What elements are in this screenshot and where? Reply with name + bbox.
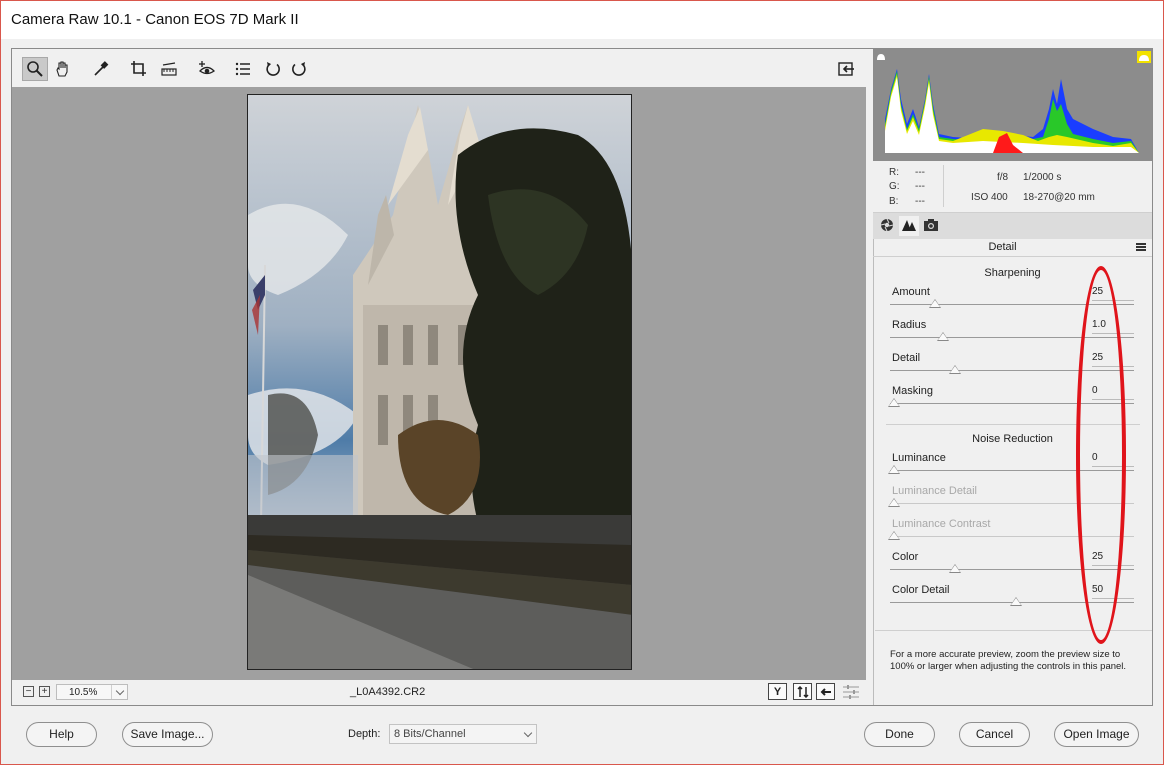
filename-label: _L0A4392.CR2 (350, 686, 426, 698)
slider-label: Color Detail (892, 584, 950, 596)
b-value: --- (915, 196, 925, 207)
slider-label: Luminance Detail (892, 485, 977, 497)
depth-label: Depth: (348, 728, 381, 740)
zoom-in-button[interactable]: + (39, 686, 50, 697)
before-after-view-button[interactable]: Y (768, 683, 787, 700)
readout-divider (943, 165, 944, 207)
slider-thumb[interactable] (949, 365, 961, 374)
slider-label: Radius (892, 319, 927, 331)
tab-detail[interactable] (899, 216, 919, 236)
toolbar (12, 49, 866, 87)
slider-label: Masking (892, 385, 933, 397)
lens-value: 18-270@20 mm (1023, 192, 1095, 203)
title-bar: Camera Raw 10.1 - Canon EOS 7D Mark II (1, 1, 1163, 39)
slider-thumb[interactable] (929, 299, 942, 308)
save-image-button[interactable]: Save Image... (122, 722, 213, 747)
chevron-down-icon (523, 728, 533, 738)
panel-header: Detail (873, 239, 1152, 257)
r-label: R: (889, 167, 899, 178)
slider-label: Luminance Contrast (892, 518, 991, 530)
rotate-left-icon[interactable] (260, 57, 286, 81)
annotation-ellipse (1076, 266, 1126, 644)
iso-value: ISO 400 (971, 192, 1008, 203)
help-button[interactable]: Help (26, 722, 97, 747)
zoom-dropdown-arrow[interactable] (111, 685, 127, 699)
camera-icon (923, 218, 939, 235)
preview-preferences-icon[interactable] (842, 684, 860, 700)
copy-settings-icon[interactable] (816, 683, 835, 700)
white-balance-icon[interactable] (88, 57, 114, 81)
slider-thumb[interactable] (936, 332, 949, 341)
window-title: Camera Raw 10.1 - Canon EOS 7D Mark II (11, 11, 299, 28)
shadow-clipping-warning-button[interactable] (875, 51, 889, 63)
slider-thumb (888, 531, 900, 540)
image-preview-area[interactable] (12, 87, 866, 680)
presets-icon[interactable] (230, 57, 256, 81)
b-label: B: (889, 196, 899, 207)
panel-tabs (873, 213, 1152, 239)
zoom-icon[interactable] (22, 57, 48, 81)
g-value: --- (915, 181, 925, 192)
status-bar: − + 10.5% _L0A4392.CR2 Y (12, 680, 866, 704)
red-eye-icon[interactable] (194, 57, 220, 81)
swap-settings-icon[interactable] (793, 683, 812, 700)
zoom-level-select[interactable]: 10.5% (56, 684, 128, 700)
cancel-button[interactable]: Cancel (959, 722, 1030, 747)
aperture-value: f/8 (997, 172, 1009, 183)
mountains-icon (901, 218, 917, 235)
sharpening-title: Sharpening (984, 267, 1041, 279)
slider-thumb[interactable] (888, 398, 900, 407)
done-button[interactable]: Done (864, 722, 935, 747)
panel-note-divider (875, 630, 1152, 631)
histogram (873, 49, 1152, 161)
aperture-icon (880, 218, 894, 235)
toggle-fullscreen-icon[interactable] (833, 57, 859, 81)
panel-menu-icon[interactable] (1136, 243, 1146, 251)
slider-thumb[interactable] (1010, 597, 1022, 606)
depth-select[interactable]: 8 Bits/Channel (389, 724, 537, 744)
shutter-value: 1/2000 s (1023, 172, 1062, 183)
r-value: --- (915, 167, 925, 178)
open-image-button[interactable]: Open Image (1054, 722, 1139, 747)
rotate-right-icon[interactable] (286, 57, 312, 81)
zoom-level-value: 10.5% (69, 687, 98, 698)
straighten-icon[interactable] (156, 57, 182, 81)
preview-accuracy-note: For a more accurate preview, zoom the pr… (890, 649, 1127, 672)
rgb-camera-readout: R: --- G: --- B: --- f/8 1/2000 s ISO 40… (873, 161, 1152, 213)
depth-value: 8 Bits/Channel (394, 728, 466, 740)
highlight-clipping-warning-button[interactable] (1136, 51, 1152, 65)
panel-title: Detail (988, 241, 1017, 253)
g-label: G: (889, 181, 900, 192)
slider-thumb[interactable] (949, 564, 961, 573)
zoom-out-button[interactable]: − (23, 686, 34, 697)
tab-basic[interactable] (877, 216, 897, 236)
hand-icon[interactable] (50, 57, 76, 81)
photo-preview (247, 94, 632, 670)
slider-thumb[interactable] (888, 465, 900, 474)
slider-label: Amount (892, 286, 930, 298)
tab-camera-calibration[interactable] (921, 216, 941, 236)
slider-label: Luminance (892, 452, 946, 464)
crop-icon[interactable] (126, 57, 152, 81)
slider-label: Detail (892, 352, 921, 364)
slider-label: Color (892, 551, 919, 563)
slider-thumb (888, 498, 900, 507)
